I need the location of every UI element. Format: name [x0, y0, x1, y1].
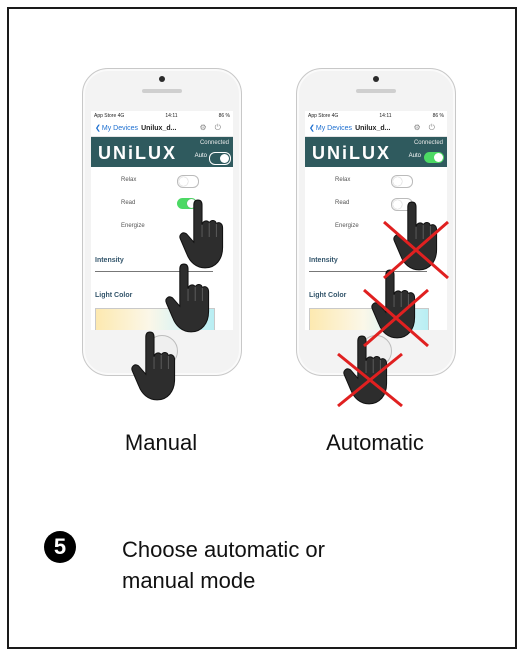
- instruction-line-1: Choose automatic or: [122, 537, 325, 562]
- device-title: Unilux_d...: [141, 124, 177, 132]
- instruction-line-2: manual mode: [122, 568, 256, 593]
- auto-label: Auto: [194, 153, 207, 159]
- brand-logo: UNiLUX: [98, 143, 177, 163]
- light-color-label: Light Color: [95, 292, 133, 299]
- mode-relax-label: Relax: [335, 177, 351, 183]
- power-icon[interactable]: ⏻: [429, 123, 443, 132]
- brand-bar: UNiLUX Connected Auto: [305, 137, 447, 167]
- auto-toggle[interactable]: [209, 152, 231, 165]
- speaker-slot: [142, 89, 182, 93]
- back-button[interactable]: My Devices: [316, 125, 352, 132]
- intensity-label: Intensity: [309, 257, 338, 264]
- mode-read-label: Read: [335, 200, 350, 206]
- camera-dot: [373, 76, 379, 82]
- mode-energize-label: Energize: [335, 223, 359, 229]
- step-instruction: Choose automatic or manual mode: [122, 534, 422, 596]
- intensity-label: Intensity: [95, 257, 124, 264]
- connection-status: Connected: [413, 140, 443, 146]
- cross-icon: [337, 352, 403, 408]
- status-time: 14:11: [379, 112, 392, 119]
- cross-icon: [383, 220, 449, 280]
- speaker-slot: [356, 89, 396, 93]
- connection-status: Connected: [199, 140, 229, 146]
- status-bar: App Store 4G 14:11 86 %: [308, 112, 444, 119]
- step-number-badge: 5: [44, 531, 76, 563]
- hand-pointer-icon: [179, 199, 224, 269]
- hand-pointer-icon: [131, 331, 176, 401]
- gear-icon[interactable]: ⚙: [414, 123, 429, 132]
- back-button[interactable]: My Devices: [102, 125, 138, 132]
- manual-label: Manual: [124, 430, 198, 455]
- status-time: 14:11: [165, 112, 178, 119]
- mode-energize-label: Energize: [121, 223, 145, 229]
- camera-dot: [159, 76, 165, 82]
- relax-toggle[interactable]: [177, 175, 199, 188]
- gear-icon[interactable]: ⚙: [200, 123, 215, 132]
- mode-relax-label: Relax: [121, 177, 137, 183]
- nav-bar: ❮ My Devices Unilux_d... ⚙⏻: [91, 120, 233, 137]
- nav-bar: ❮ My Devices Unilux_d... ⚙⏻: [305, 120, 447, 137]
- mode-read-label: Read: [121, 200, 136, 206]
- battery-level: 86 %: [218, 112, 230, 119]
- back-chevron-icon[interactable]: ❮: [309, 124, 315, 132]
- back-chevron-icon[interactable]: ❮: [95, 124, 101, 132]
- power-icon[interactable]: ⏻: [215, 123, 229, 132]
- battery-level: 86 %: [432, 112, 444, 119]
- brand-bar: UNiLUX Connected Auto: [91, 137, 233, 167]
- auto-toggle[interactable]: [424, 152, 444, 163]
- cross-icon: [363, 288, 429, 348]
- device-title: Unilux_d...: [355, 124, 391, 132]
- light-color-label: Light Color: [309, 292, 347, 299]
- status-bar: App Store 4G 14:11 86 %: [94, 112, 230, 119]
- hand-pointer-icon: [165, 263, 210, 333]
- relax-toggle[interactable]: [391, 175, 413, 188]
- auto-label: Auto: [408, 153, 421, 159]
- brand-logo: UNiLUX: [312, 143, 391, 163]
- automatic-label: Automatic: [326, 430, 424, 455]
